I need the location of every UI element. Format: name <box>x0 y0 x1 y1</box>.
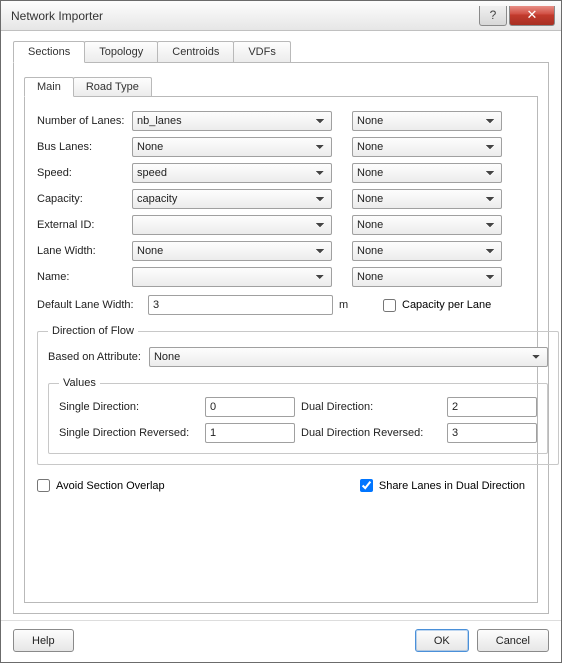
label-bus-lanes: Bus Lanes: <box>37 141 132 153</box>
name-primary-select[interactable] <box>132 267 332 287</box>
share-lanes-checkbox[interactable] <box>360 479 373 492</box>
label-dual-direction-reversed: Dual Direction Reversed: <box>301 427 441 439</box>
titlebar-help-button[interactable]: ? <box>479 6 507 26</box>
lane-width-primary-select[interactable]: None <box>132 241 332 261</box>
dialog-body: Sections Topology Centroids VDFs Main Ro… <box>1 31 561 620</box>
tabcontent-sections: Main Road Type Number of Lanes: nb_lanes… <box>13 63 549 614</box>
label-lane-width: Lane Width: <box>37 245 132 257</box>
speed-primary-select[interactable]: speed <box>132 163 332 183</box>
direction-of-flow-group: Direction of Flow Based on Attribute: No… <box>37 325 559 465</box>
lane-width-secondary-select[interactable]: None <box>352 241 502 261</box>
capacity-per-lane-checkbox[interactable] <box>383 299 396 312</box>
values-group: Values Single Direction: Dual Direction:… <box>48 377 548 454</box>
label-default-lane-width: Default Lane Width: <box>37 299 142 311</box>
titlebar-close-button[interactable]: ✕ <box>509 6 555 26</box>
capacity-secondary-select[interactable]: None <box>352 189 502 209</box>
capacity-per-lane-wrap[interactable]: Capacity per Lane <box>383 299 491 312</box>
label-single-direction-reversed: Single Direction Reversed: <box>59 427 199 439</box>
tab-vdfs[interactable]: VDFs <box>233 41 291 62</box>
avoid-section-overlap-wrap[interactable]: Avoid Section Overlap <box>37 479 165 492</box>
unit-m: m <box>339 299 353 311</box>
ok-button[interactable]: OK <box>415 629 469 652</box>
avoid-section-overlap-label: Avoid Section Overlap <box>56 480 165 492</box>
capacity-per-lane-label: Capacity per Lane <box>402 299 491 311</box>
label-dual-direction: Dual Direction: <box>301 401 441 413</box>
fields-grid: Number of Lanes: nb_lanes None Bus Lanes… <box>37 111 525 287</box>
dialog-window: Network Importer ? ✕ Sections Topology C… <box>0 0 562 663</box>
default-lane-width-input[interactable] <box>148 295 333 315</box>
direction-of-flow-legend: Direction of Flow <box>48 325 138 337</box>
name-secondary-select[interactable]: None <box>352 267 502 287</box>
label-capacity: Capacity: <box>37 193 132 205</box>
number-of-lanes-primary-select[interactable]: nb_lanes <box>132 111 332 131</box>
dual-direction-input[interactable] <box>447 397 537 417</box>
label-number-of-lanes: Number of Lanes: <box>37 115 132 127</box>
titlebar[interactable]: Network Importer ? ✕ <box>1 1 561 31</box>
help-icon: ? <box>490 8 497 22</box>
label-name: Name: <box>37 271 132 283</box>
single-direction-reversed-input[interactable] <box>205 423 295 443</box>
bus-lanes-secondary-select[interactable]: None <box>352 137 502 157</box>
external-id-secondary-select[interactable]: None <box>352 215 502 235</box>
cancel-button[interactable]: Cancel <box>477 629 549 652</box>
tab-centroids[interactable]: Centroids <box>157 41 234 62</box>
based-on-attribute-row: Based on Attribute: None <box>48 347 548 367</box>
subtab-road-type[interactable]: Road Type <box>73 77 152 96</box>
external-id-primary-select[interactable] <box>132 215 332 235</box>
values-legend: Values <box>59 377 100 389</box>
share-lanes-wrap[interactable]: Share Lanes in Dual Direction <box>360 479 525 492</box>
dual-direction-reversed-input[interactable] <box>447 423 537 443</box>
number-of-lanes-secondary-select[interactable]: None <box>352 111 502 131</box>
tabbar-main: Sections Topology Centroids VDFs <box>13 41 549 63</box>
default-lane-width-row: Default Lane Width: m Capacity per Lane <box>37 295 525 315</box>
single-direction-input[interactable] <box>205 397 295 417</box>
speed-secondary-select[interactable]: None <box>352 163 502 183</box>
capacity-primary-select[interactable]: capacity <box>132 189 332 209</box>
close-icon: ✕ <box>527 7 538 23</box>
label-based-on-attribute: Based on Attribute: <box>48 351 141 363</box>
subtab-main[interactable]: Main <box>24 77 74 97</box>
subtab-main-content: Number of Lanes: nb_lanes None Bus Lanes… <box>24 97 538 603</box>
bottom-checks-row: Avoid Section Overlap Share Lanes in Dua… <box>37 479 525 492</box>
dialog-footer: Help OK Cancel <box>1 620 561 662</box>
window-title: Network Importer <box>11 9 479 23</box>
label-speed: Speed: <box>37 167 132 179</box>
tab-topology[interactable]: Topology <box>84 41 158 62</box>
label-single-direction: Single Direction: <box>59 401 199 413</box>
help-button[interactable]: Help <box>13 629 74 652</box>
tab-sections[interactable]: Sections <box>13 41 85 63</box>
bus-lanes-primary-select[interactable]: None <box>132 137 332 157</box>
values-grid: Single Direction: Dual Direction: Single… <box>59 397 537 443</box>
tabbar-sub: Main Road Type <box>24 77 538 97</box>
label-external-id: External ID: <box>37 219 132 231</box>
share-lanes-label: Share Lanes in Dual Direction <box>379 480 525 492</box>
based-on-attribute-select[interactable]: None <box>149 347 548 367</box>
avoid-section-overlap-checkbox[interactable] <box>37 479 50 492</box>
